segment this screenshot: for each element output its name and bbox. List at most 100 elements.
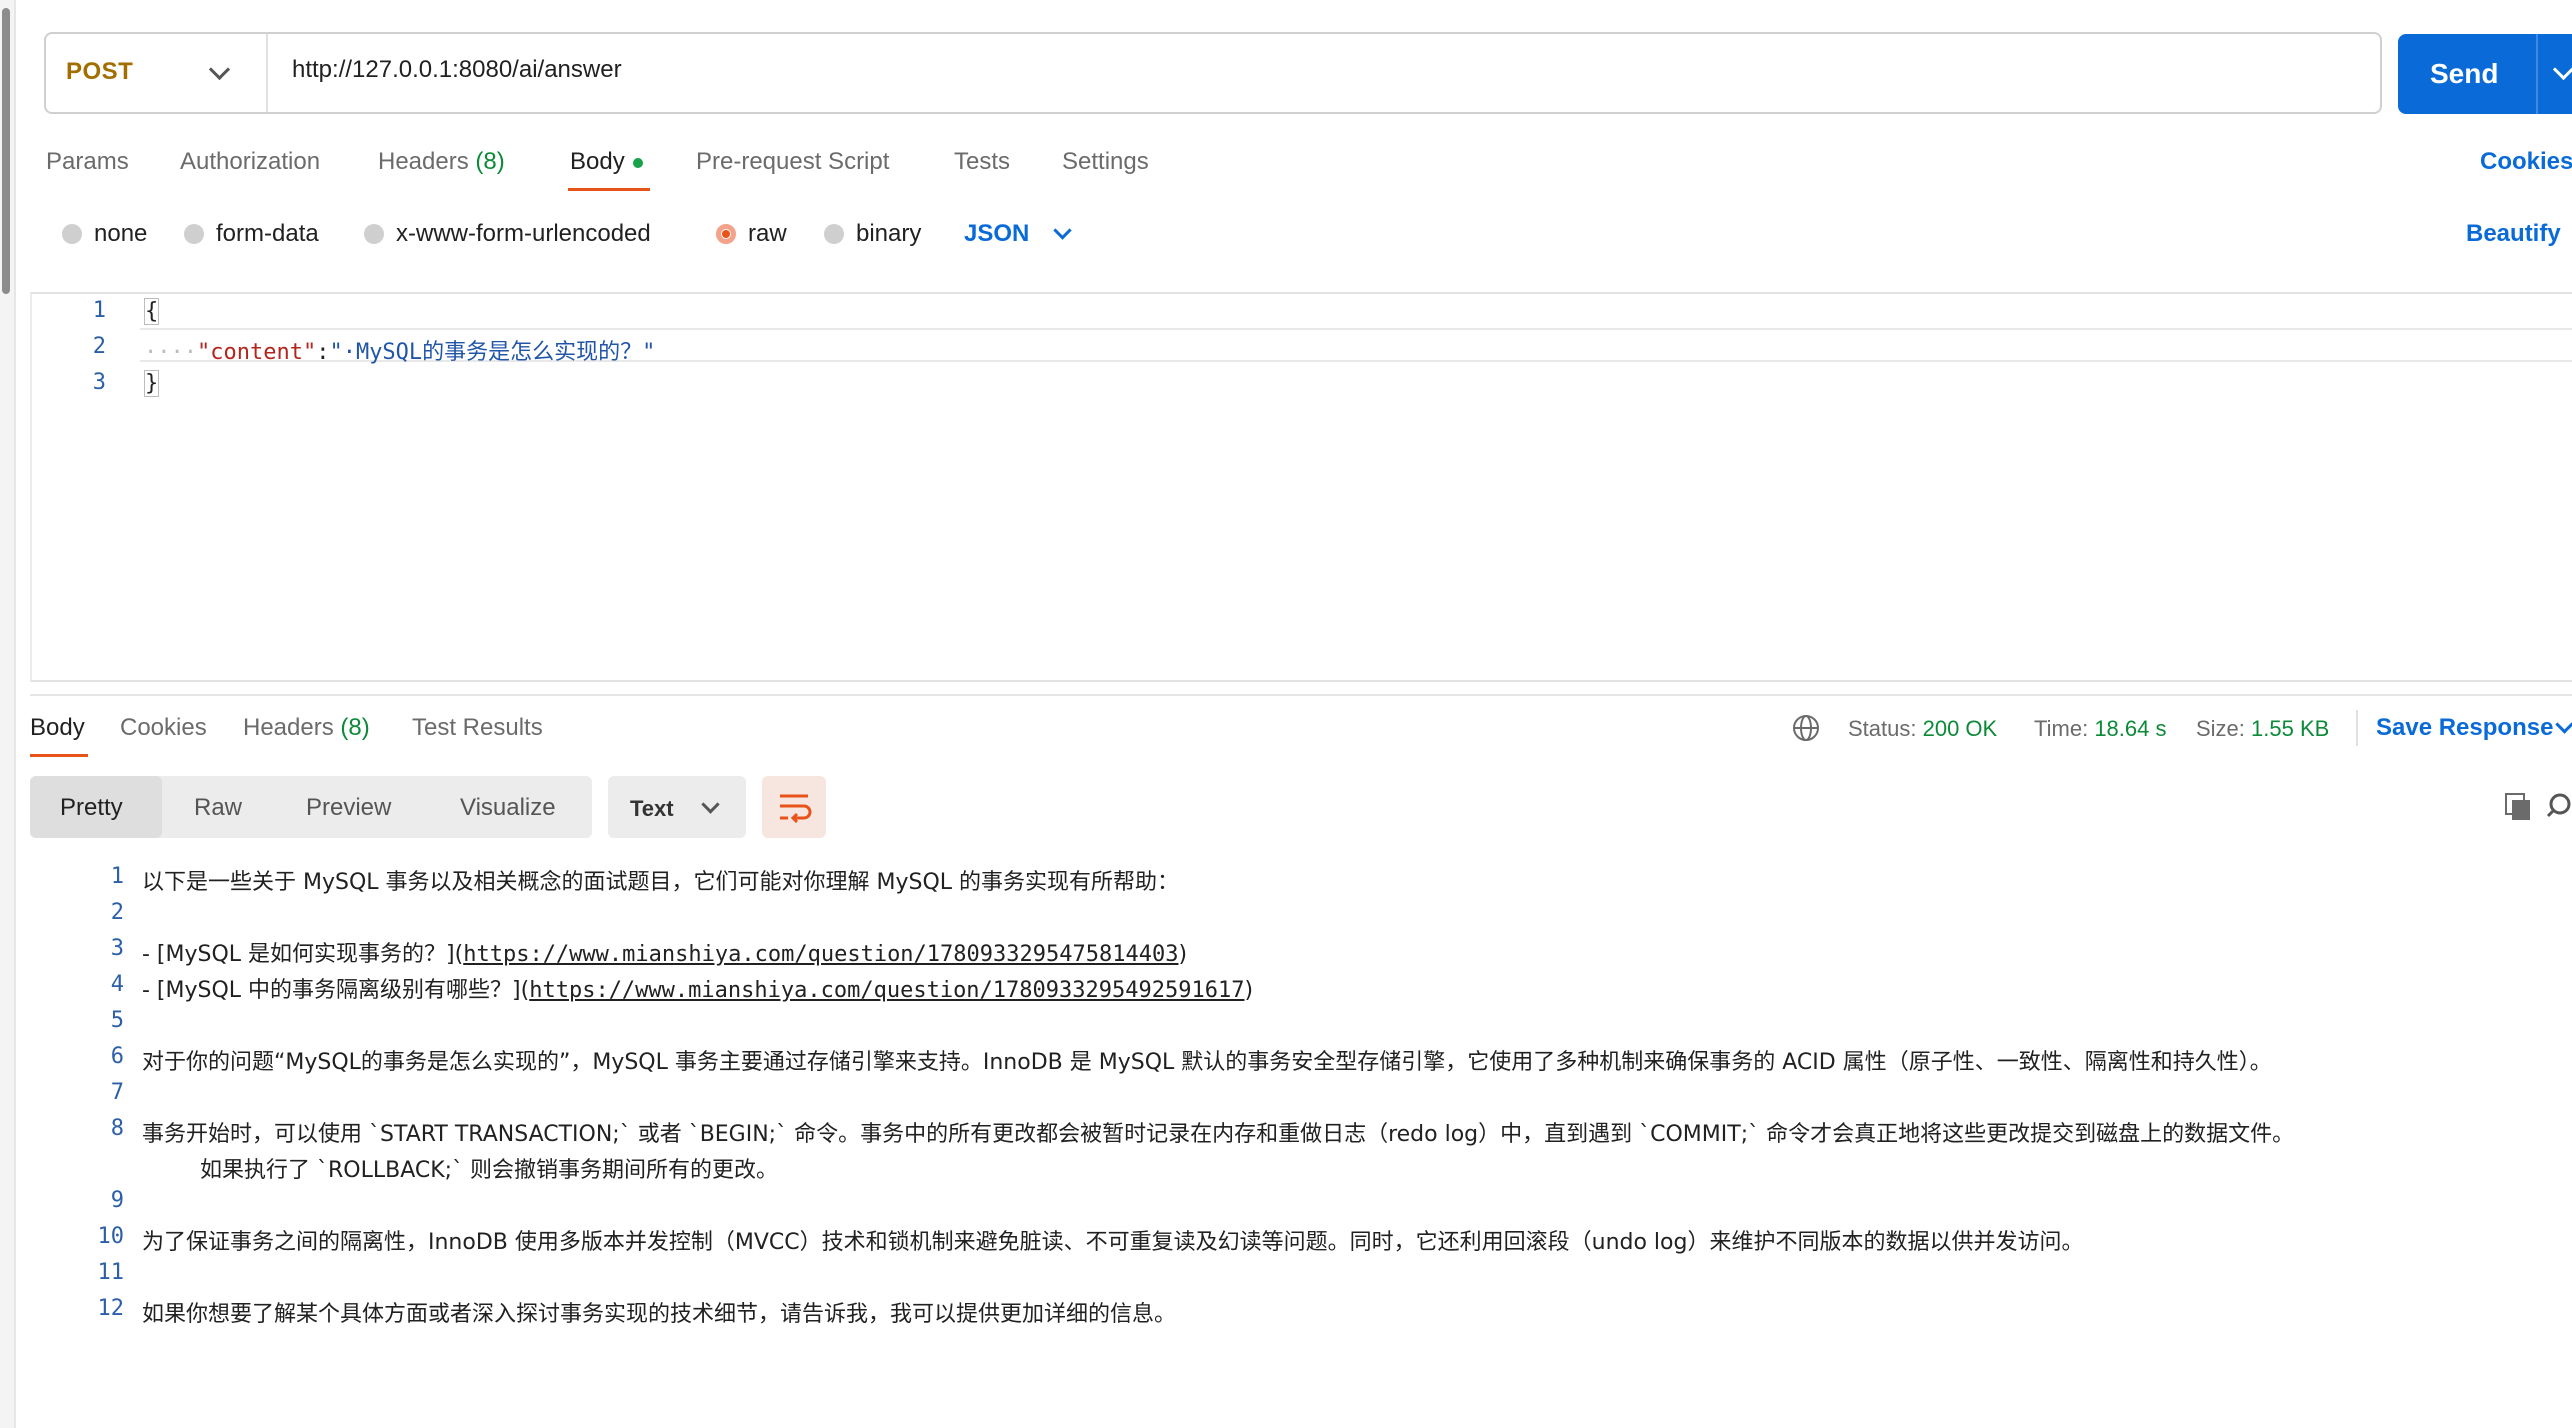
globe-icon[interactable]	[1792, 714, 1820, 742]
tab-authorization[interactable]: Authorization	[180, 148, 320, 176]
code-line-3[interactable]: }	[144, 370, 160, 397]
size-value: 1.55 KB	[2251, 716, 2330, 741]
response-line-3: - [MySQL 是如何实现事务的？](https://www.mianshiy…	[142, 936, 1187, 968]
tab-tests[interactable]: Tests	[954, 148, 1010, 176]
send-divider	[2536, 34, 2538, 114]
response-line-number: 8	[110, 1116, 124, 1141]
view-mode-raw[interactable]: Raw	[194, 794, 242, 822]
body-indicator-dot	[632, 157, 643, 168]
search-icon[interactable]	[2546, 792, 2572, 818]
status-label: Status:	[1848, 716, 1917, 741]
radio-circle[interactable]	[184, 224, 204, 244]
response-line-8-wrap: 如果执行了 `ROLLBACK;` 则会撤销事务期间所有的更改。	[200, 1158, 779, 1183]
response-line-number: 1	[110, 864, 124, 889]
response-format-select[interactable]	[608, 776, 746, 838]
radio-binary[interactable]: binary	[824, 220, 921, 248]
response-line-number: 11	[97, 1260, 125, 1285]
response-line-number: 5	[110, 1008, 124, 1033]
radio-form-data-label: form-data	[216, 220, 319, 247]
code-line-2[interactable]: ····"content":"·MySQL的事务是怎么实现的？"	[144, 334, 655, 366]
response-line-10: 为了保证事务之间的隔离性，InnoDB 使用多版本并发控制（MVCC）技术和锁机…	[142, 1230, 2084, 1255]
url-divider	[266, 34, 268, 112]
time-value: 18.64 s	[2094, 716, 2167, 741]
response-line-number: 9	[110, 1188, 124, 1213]
response-tab-test-results[interactable]: Test Results	[412, 714, 543, 742]
scrollbar-thumb[interactable]	[2, 8, 10, 294]
cookies-link[interactable]: Cookies	[2480, 148, 2572, 176]
code-line-1[interactable]: {	[144, 298, 160, 325]
question-link-2[interactable]: https://www.mianshiya.com/question/17809…	[529, 978, 1244, 1003]
send-label[interactable]: Send	[2430, 58, 2498, 90]
radio-circle[interactable]	[62, 224, 82, 244]
tab-settings[interactable]: Settings	[1062, 148, 1149, 176]
view-mode-pretty[interactable]: Pretty	[60, 794, 123, 822]
wrap-lines-icon	[780, 794, 812, 824]
beautify-button[interactable]: Beautify	[2466, 220, 2561, 248]
response-tab-body[interactable]: Body	[30, 714, 85, 742]
save-response-button[interactable]: Save Response	[2376, 714, 2553, 742]
line-number: 1	[92, 298, 106, 323]
radio-none[interactable]: none	[62, 220, 147, 248]
view-mode-visualize[interactable]: Visualize	[460, 794, 556, 822]
json-key: "content"	[196, 340, 317, 365]
response-tab-headers-label: Headers	[243, 714, 334, 741]
copy-icon[interactable]	[2504, 792, 2532, 822]
chevron-down-icon[interactable]	[2555, 715, 2572, 734]
status-readout: Status: 200 OK	[1848, 716, 1997, 742]
response-divider	[30, 694, 2572, 696]
meta-divider	[2356, 710, 2358, 746]
response-line-number: 6	[110, 1044, 124, 1069]
url-input[interactable]: http://127.0.0.1:8080/ai/answer	[292, 56, 622, 84]
radio-urlencoded[interactable]: x-www-form-urlencoded	[364, 220, 651, 248]
left-scrollbar[interactable]	[0, 0, 16, 1428]
view-mode-preview[interactable]: Preview	[306, 794, 391, 822]
headers-count: (8)	[475, 148, 505, 175]
response-line-12: 如果你想要了解某个具体方面或者深入探讨事务实现的技术细节，请告诉我，我可以提供更…	[142, 1302, 1177, 1327]
response-tab-headers[interactable]: Headers (8)	[243, 714, 370, 742]
tab-body-label: Body	[570, 148, 625, 175]
method-select[interactable]: POST	[66, 58, 133, 86]
indent-whitespace: ····	[144, 340, 197, 365]
response-line-4: - [MySQL 中的事务隔离级别有哪些？](https://www.mians…	[142, 972, 1253, 1004]
response-line-number: 12	[97, 1296, 125, 1321]
response-tab-cookies[interactable]: Cookies	[120, 714, 207, 742]
time-readout: Time: 18.64 s	[2034, 716, 2166, 742]
response-line-number: 7	[110, 1080, 124, 1105]
response-line-number: 3	[110, 936, 124, 961]
status-value: 200 OK	[1922, 716, 1998, 741]
close-brace: }	[144, 370, 160, 397]
response-tab-underline	[30, 754, 88, 757]
link-close: )	[1244, 978, 1254, 1003]
response-line-number: 2	[110, 900, 124, 925]
radio-form-data[interactable]: form-data	[184, 220, 319, 248]
size-readout: Size: 1.55 KB	[2196, 716, 2329, 742]
response-line-8: 事务开始时，可以使用 `START TRANSACTION;` 或者 `BEGI…	[142, 1122, 2295, 1147]
tab-params[interactable]: Params	[46, 148, 129, 176]
line-number: 3	[92, 370, 106, 395]
radio-urlencoded-label: x-www-form-urlencoded	[396, 220, 651, 247]
chevron-down-icon[interactable]	[1053, 221, 1072, 240]
radio-circle[interactable]	[364, 224, 384, 244]
response-headers-count: (8)	[340, 714, 370, 741]
radio-binary-label: binary	[856, 220, 922, 247]
wrap-lines-button[interactable]	[762, 776, 826, 838]
response-line-1: 以下是一些关于 MySQL 事务以及相关概念的面试题目，它们可能对你理解 MyS…	[142, 870, 1180, 895]
tab-body[interactable]: Body	[570, 148, 643, 176]
tab-headers-label: Headers	[378, 148, 469, 175]
json-value: "·MySQL的事务是怎么实现的？"	[329, 340, 656, 365]
radio-circle-selected[interactable]	[716, 224, 736, 244]
tab-headers[interactable]: Headers (8)	[378, 148, 505, 176]
radio-none-label: none	[94, 220, 148, 247]
radio-circle[interactable]	[824, 224, 844, 244]
open-brace: {	[144, 298, 160, 325]
radio-raw-label: raw	[748, 220, 787, 247]
link-text: - [MySQL 中的事务隔离级别有哪些？](	[142, 978, 530, 1003]
radio-raw[interactable]: raw	[716, 220, 787, 248]
line-number: 2	[92, 334, 106, 359]
question-link-1[interactable]: https://www.mianshiya.com/question/17809…	[463, 942, 1178, 967]
response-format-label: Text	[630, 796, 674, 821]
tab-body-underline	[568, 188, 650, 191]
response-line-number: 10	[97, 1224, 125, 1249]
body-format-select[interactable]: JSON	[964, 220, 1029, 248]
tab-prerequest-script[interactable]: Pre-request Script	[696, 148, 889, 176]
